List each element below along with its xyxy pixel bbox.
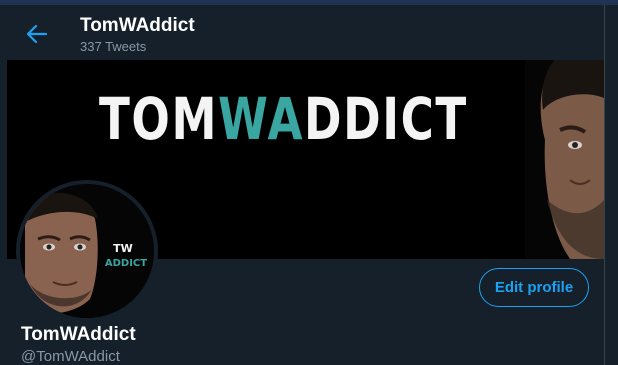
back-button[interactable] [20, 17, 54, 51]
arrow-left-icon [27, 25, 47, 43]
banner-portrait [525, 60, 604, 259]
tweet-count: 337 Tweets [80, 39, 147, 54]
profile-header: TomWAddict 337 Tweets [0, 5, 604, 58]
profile-handle: @TomWAddict [21, 348, 120, 365]
banner-logo-text: TOMWADDICT [99, 85, 468, 153]
profile-name: TomWAddict [21, 324, 136, 345]
avatar[interactable]: TW ADDICT [20, 184, 154, 318]
edit-profile-button[interactable]: Edit profile [479, 268, 589, 307]
header-title: TomWAddict [80, 15, 195, 36]
avatar-logo-line1: TW [113, 242, 133, 255]
avatar-portrait: TW ADDICT [20, 184, 154, 318]
column-divider [604, 5, 605, 365]
avatar-logo-line2: ADDICT [105, 258, 147, 269]
